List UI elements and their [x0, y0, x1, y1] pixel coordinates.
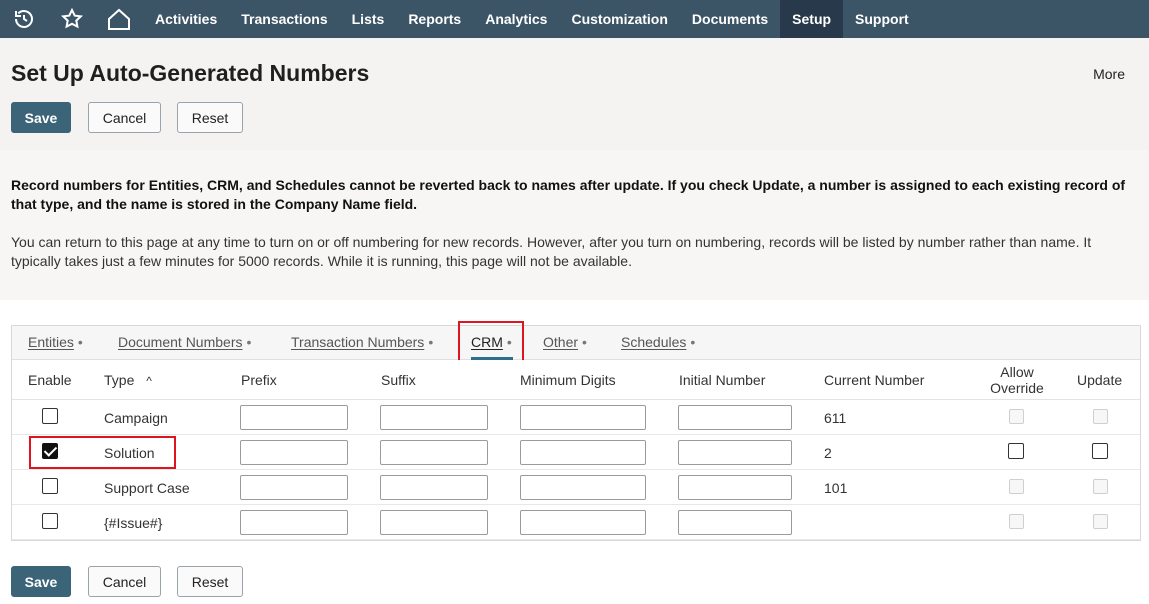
tab-other-label: Other: [543, 334, 579, 350]
tab-document-numbers[interactable]: Document Numbers •: [118, 334, 251, 350]
enable-checkbox[interactable]: [42, 513, 58, 529]
info-panel: Record numbers for Entities, CRM, and Sc…: [0, 150, 1149, 300]
nav-transactions[interactable]: Transactions: [229, 0, 339, 38]
tab-entities[interactable]: Entities •: [28, 334, 83, 350]
minimum-digits-input[interactable]: [520, 475, 646, 500]
type-cell: {#Issue#}: [104, 515, 163, 531]
type-cell: Campaign: [104, 410, 168, 426]
reset-button-bottom[interactable]: Reset: [177, 566, 243, 597]
table-row-campaign: Campaign 611: [12, 400, 1140, 435]
header-prefix: Prefix: [241, 372, 277, 388]
allow-override-checkbox: [1009, 514, 1024, 529]
nav-setup[interactable]: Setup: [780, 0, 844, 38]
save-button-bottom[interactable]: Save: [11, 566, 71, 597]
nav-lists[interactable]: Lists: [340, 0, 397, 38]
tab-schedules-label: Schedules: [621, 334, 687, 350]
enable-checkbox[interactable]: [42, 478, 58, 494]
nav-analytics[interactable]: Analytics: [473, 0, 559, 38]
enable-checkbox[interactable]: [42, 408, 58, 424]
cancel-button-top[interactable]: Cancel: [88, 102, 161, 133]
more-menu[interactable]: More: [1093, 66, 1125, 82]
current-number-cell: 2: [824, 445, 832, 461]
solution-row-highlight-box: [29, 436, 176, 469]
header-current-number: Current Number: [824, 372, 925, 388]
sort-ascending-icon: ^: [146, 374, 152, 388]
nav-icons: [0, 0, 143, 38]
nav-activities[interactable]: Activities: [143, 0, 229, 38]
tab-transaction-numbers-label: Transaction Numbers: [291, 334, 425, 350]
header-minimum-digits: Minimum Digits: [520, 372, 616, 388]
header-type-label: Type: [104, 372, 135, 388]
allow-override-checkbox: [1009, 409, 1024, 424]
minimum-digits-input[interactable]: [520, 405, 646, 430]
tab-dot: •: [582, 334, 587, 350]
allow-override-checkbox[interactable]: [1008, 443, 1024, 459]
minimum-digits-input[interactable]: [520, 440, 646, 465]
header-enable: Enable: [28, 372, 72, 388]
nav-support[interactable]: Support: [843, 0, 921, 38]
initial-number-input[interactable]: [678, 475, 792, 500]
update-checkbox: [1093, 479, 1108, 494]
suffix-input[interactable]: [380, 440, 488, 465]
initial-number-input[interactable]: [678, 405, 792, 430]
top-nav: Activities Transactions Lists Reports An…: [0, 0, 1149, 38]
nav-documents[interactable]: Documents: [680, 0, 780, 38]
subtab-bar: Entities • Document Numbers • Transaction …: [12, 321, 1140, 365]
prefix-input[interactable]: [240, 475, 348, 500]
table-row-support-case: Support Case 101: [12, 470, 1140, 505]
page-header: Set Up Auto-Generated Numbers More Save …: [0, 38, 1149, 150]
cancel-button-bottom[interactable]: Cancel: [88, 566, 161, 597]
update-checkbox: [1093, 409, 1108, 424]
recent-history-icon[interactable]: [0, 0, 48, 38]
header-update: Update: [1077, 372, 1123, 388]
initial-number-input[interactable]: [678, 510, 792, 535]
current-number-cell: 101: [824, 480, 848, 496]
tab-dot: •: [428, 334, 434, 350]
tab-schedules[interactable]: Schedules •: [621, 334, 695, 350]
numbers-panel: Entities • Document Numbers • Transaction …: [11, 321, 1141, 541]
header-allow-label: Allow: [1000, 364, 1034, 380]
tab-dot: •: [77, 334, 83, 350]
page-title: Set Up Auto-Generated Numbers: [11, 60, 370, 86]
table-row-solution: Solution 2: [12, 435, 1140, 470]
info-text: You can return to this page at any time …: [11, 234, 1092, 269]
save-button-top[interactable]: Save: [11, 102, 71, 133]
suffix-input[interactable]: [380, 405, 488, 430]
tab-document-numbers-label: Document Numbers: [118, 334, 243, 350]
current-number-cell: 611: [824, 410, 847, 426]
header-suffix: Suffix: [381, 372, 416, 388]
suffix-input[interactable]: [380, 475, 488, 500]
tab-entities-label: Entities: [28, 334, 74, 350]
initial-number-input[interactable]: [678, 440, 792, 465]
prefix-input[interactable]: [240, 405, 348, 430]
allow-override-checkbox: [1009, 479, 1024, 494]
minimum-digits-input[interactable]: [520, 510, 646, 535]
nav-customization[interactable]: Customization: [559, 0, 679, 38]
reset-button-top[interactable]: Reset: [177, 102, 243, 133]
table-header: Enable Type ^ Prefix Suffix Minimum Digi…: [12, 360, 1140, 400]
crm-tab-highlight-box: [458, 321, 524, 365]
update-checkbox: [1093, 514, 1108, 529]
nav-reports[interactable]: Reports: [396, 0, 473, 38]
tab-other[interactable]: Other •: [543, 334, 587, 350]
header-override-label: Override: [990, 380, 1044, 396]
table-row-issue: {#Issue#}: [12, 505, 1140, 540]
header-initial-number: Initial Number: [679, 372, 766, 388]
star-icon[interactable]: [48, 0, 96, 38]
tab-dot: •: [246, 334, 252, 350]
header-allow-override: Allow Override: [987, 364, 1047, 396]
tab-dot: •: [690, 334, 696, 350]
warning-text: Record numbers for Entities, CRM, and Sc…: [11, 177, 1126, 212]
suffix-input[interactable]: [380, 510, 488, 535]
header-type[interactable]: Type ^: [104, 372, 152, 388]
update-checkbox[interactable]: [1092, 443, 1108, 459]
home-icon[interactable]: [95, 0, 143, 38]
prefix-input[interactable]: [240, 440, 348, 465]
tab-transaction-numbers[interactable]: Transaction Numbers •: [291, 334, 433, 350]
type-cell: Support Case: [104, 480, 190, 496]
prefix-input[interactable]: [240, 510, 348, 535]
